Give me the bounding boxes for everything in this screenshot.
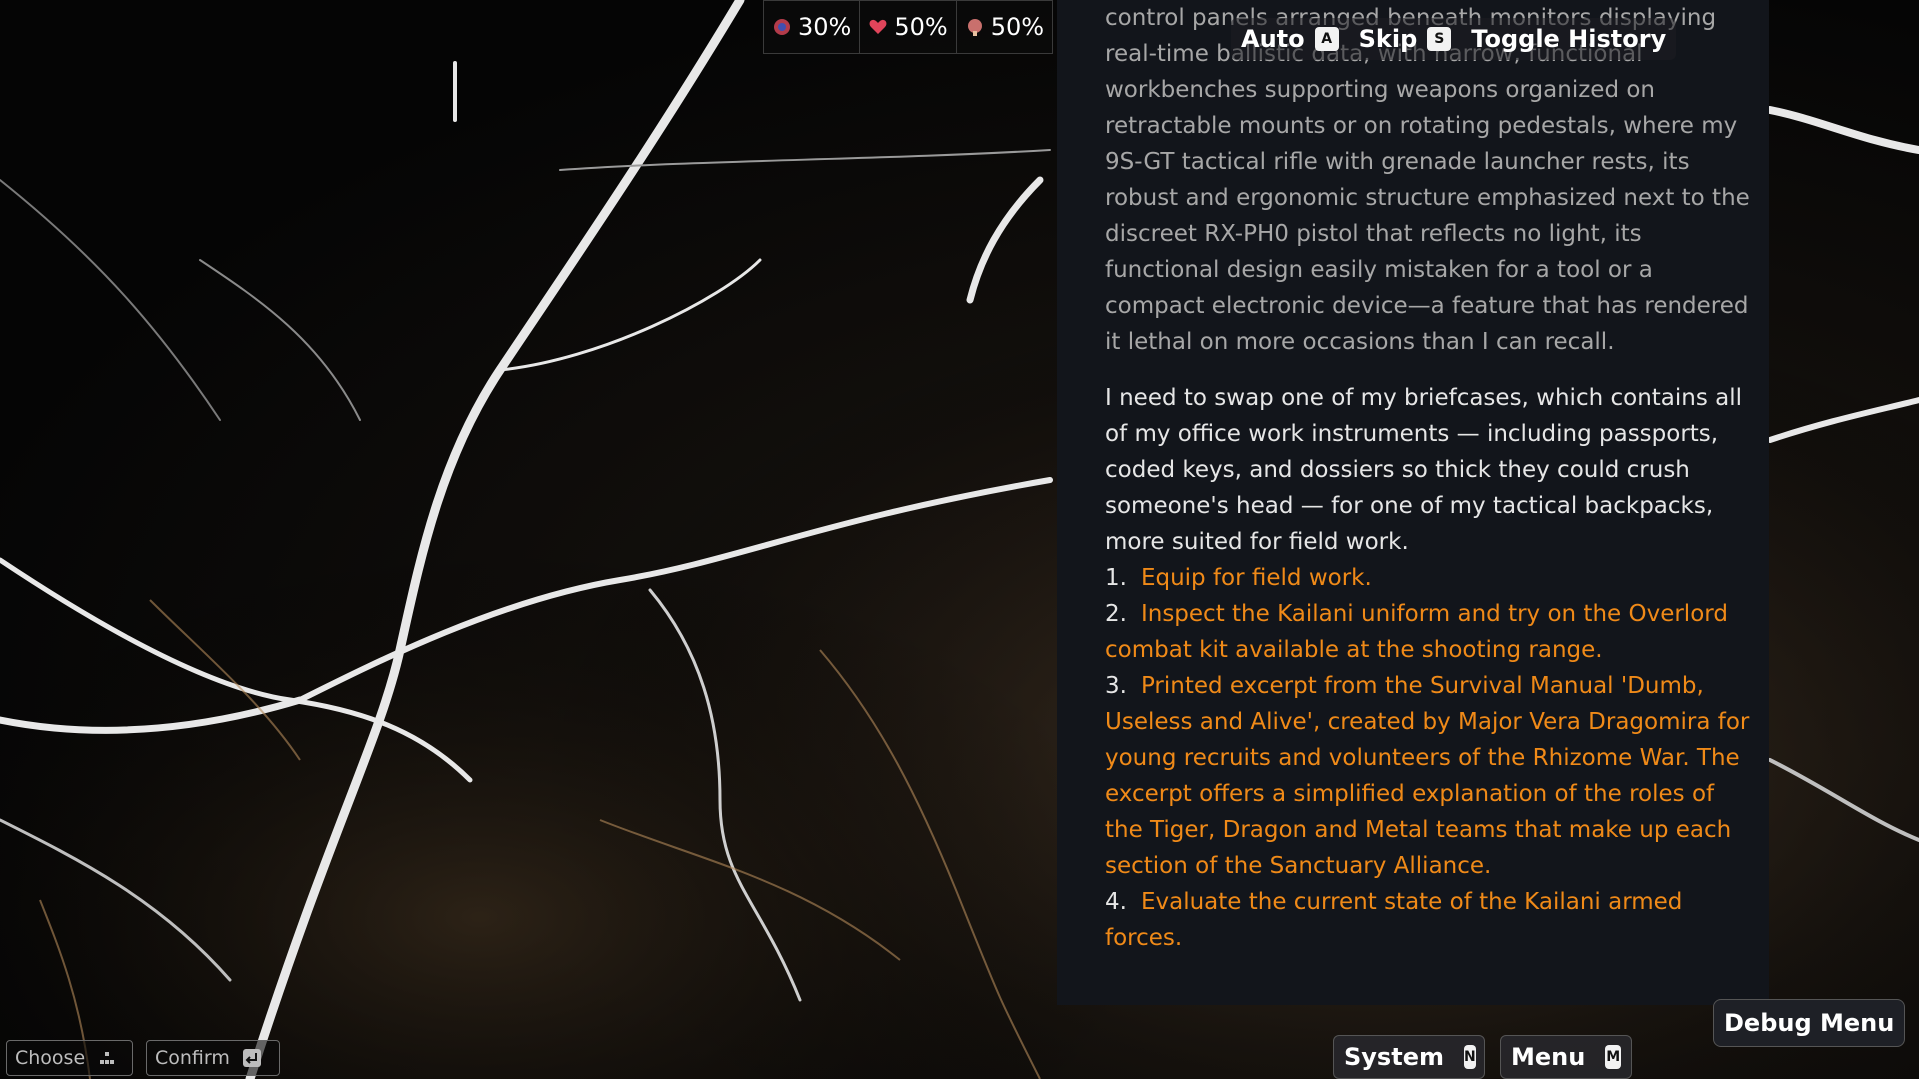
confirm-label: Confirm [155, 1047, 230, 1069]
game-screen: 30% 50% 50% control panels arranged bene… [0, 0, 1919, 1079]
sanity-icon [774, 19, 790, 35]
debug-menu-label: Debug Menu [1724, 1009, 1895, 1037]
skip-button[interactable]: Skip S [1349, 18, 1462, 60]
confirm-button[interactable]: Confirm [146, 1040, 280, 1076]
choice-number: 2. [1105, 601, 1127, 627]
toggle-history-button[interactable]: Toggle History [1461, 18, 1676, 60]
choice-option-4[interactable]: 4. Evaluate the current state of the Kail… [1105, 884, 1755, 956]
choice-text: Equip for field work. [1140, 565, 1372, 591]
stat-health-value: 50% [894, 13, 948, 41]
debug-menu-button[interactable]: Debug Menu [1713, 999, 1906, 1047]
choose-label: Choose [15, 1047, 86, 1069]
stat-mind: 50% [957, 1, 1052, 53]
choice-option-2[interactable]: 2. Inspect the Kailani uniform and try on… [1105, 596, 1755, 668]
skip-key-hint: S [1427, 27, 1452, 51]
auto-key-hint: A [1314, 27, 1339, 51]
enter-key-icon [242, 1049, 261, 1067]
choose-button[interactable]: Choose [6, 1040, 133, 1076]
choice-number: 3. [1105, 673, 1127, 699]
stat-sanity: 30% [764, 1, 861, 53]
toggle-history-label: Toggle History [1471, 25, 1667, 53]
choice-text: Printed excerpt from the Survival Manual… [1105, 673, 1750, 879]
choice-option-3[interactable]: 3. Printed excerpt from the Survival Manu… [1105, 668, 1755, 884]
playback-controls: Auto A Skip S Toggle History [1231, 18, 1677, 60]
menu-key-hint: M [1605, 1045, 1621, 1069]
system-button[interactable]: System N [1333, 1035, 1485, 1079]
auto-button[interactable]: Auto A [1231, 18, 1349, 60]
narrative-text: control panels arranged beneath monitors… [1105, 0, 1755, 956]
dpad-icon [100, 1052, 115, 1064]
brain-icon [967, 19, 982, 36]
choice-list: 1. Equip for field work. 2. Inspect the Ka… [1105, 560, 1755, 956]
heart-icon [869, 19, 887, 34]
choice-option-1[interactable]: 1. Equip for field work. [1105, 560, 1755, 596]
stat-health: 50% [860, 1, 957, 53]
menu-label: Menu [1511, 1043, 1586, 1071]
choice-number: 4. [1105, 889, 1127, 915]
choice-number: 1. [1105, 565, 1127, 591]
system-label: System [1344, 1043, 1444, 1071]
narrative-panel: control panels arranged beneath monitors… [1057, 0, 1769, 1005]
stat-sanity-value: 30% [798, 13, 852, 41]
choice-text: Inspect the Kailani uniform and try on t… [1105, 601, 1728, 663]
system-key-hint: N [1463, 1045, 1476, 1069]
stat-mind-value: 50% [990, 13, 1045, 41]
choice-text: Evaluate the current state of the Kailan… [1105, 889, 1683, 951]
menu-button[interactable]: Menu M [1500, 1035, 1632, 1079]
stats-bar: 30% 50% 50% [763, 0, 1054, 54]
skip-label: Skip [1358, 25, 1418, 53]
auto-label: Auto [1241, 25, 1305, 53]
narrative-paragraph-main: I need to swap one of my briefcases, whi… [1105, 385, 1743, 555]
